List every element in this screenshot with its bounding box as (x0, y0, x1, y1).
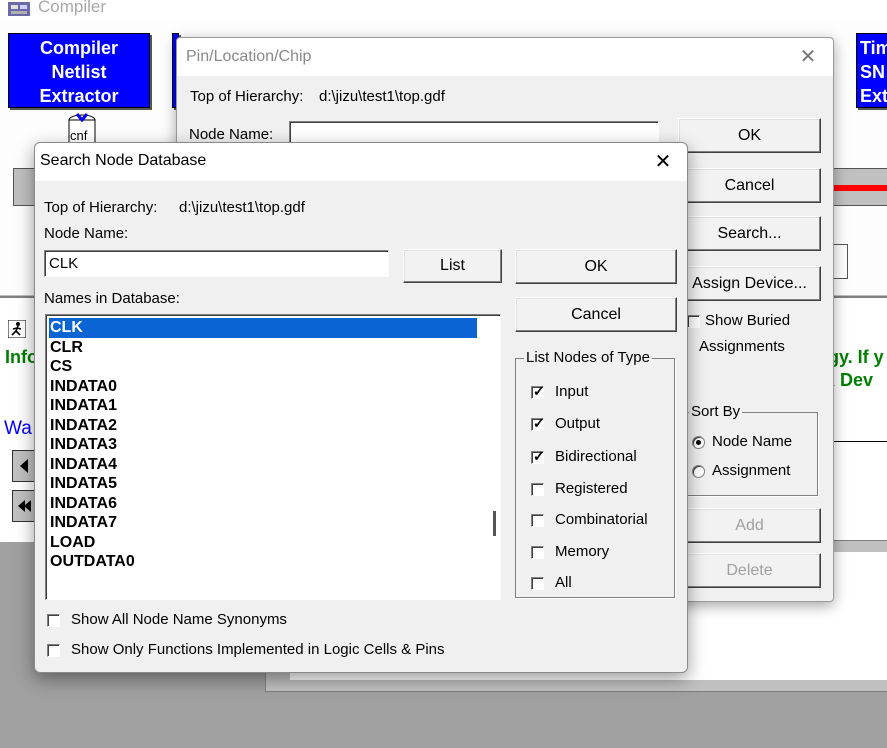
running-man-icon (8, 320, 26, 338)
search-dialog-titlebar: Search Node Database ✕ (35, 143, 687, 181)
names-in-database-label: Names in Database: (44, 290, 180, 307)
search-dialog-title: Search Node Database (40, 152, 207, 169)
checkmark-icon: ✓ (533, 448, 545, 464)
node-list-item[interactable]: OUTDATA0 (49, 552, 477, 572)
add-button[interactable]: Add (678, 508, 821, 543)
message-info-text-right: gy. If y (828, 347, 884, 367)
progress-fill (833, 185, 887, 191)
module-label: Compiler Netlist Extractor (39, 38, 119, 106)
node-type-checkbox[interactable] (531, 483, 544, 496)
node-name-value: CLK (49, 255, 79, 272)
ok-button[interactable]: OK (515, 249, 677, 284)
node-type-checkbox[interactable]: ✓ (531, 415, 545, 431)
module-label: Tim SN Ext (860, 38, 887, 106)
top-of-hierarchy-value: d:\jizu\test1\top.gdf (179, 199, 305, 216)
ok-button[interactable]: OK (678, 118, 821, 153)
top-of-hierarchy-label: Top of Hierarchy: (190, 88, 304, 105)
show-all-synonyms-label: Show All Node Name Synonyms (71, 611, 287, 628)
show-all-synonyms-checkbox[interactable] (47, 614, 60, 627)
node-list-item[interactable]: INDATA7 (49, 513, 477, 533)
node-name-label: Node Name: (44, 225, 129, 242)
node-list-item[interactable]: INDATA4 (49, 455, 477, 475)
pin-dialog-title: Pin/Location/Chip (186, 48, 312, 65)
top-of-hierarchy-value: d:\jizu\test1\top.gdf (319, 88, 445, 105)
close-icon[interactable]: ✕ (648, 147, 678, 177)
node-type-checkbox[interactable] (531, 577, 544, 590)
node-type-label: Memory (555, 543, 610, 560)
node-list-item[interactable]: LOAD (49, 533, 477, 553)
search-node-database-dialog: Search Node Database ✕ Top of Hierarchy:… (34, 142, 688, 673)
show-only-functions-checkbox[interactable] (47, 644, 60, 657)
node-name-input[interactable]: CLK (44, 250, 389, 277)
node-type-label: Combinatorial (555, 511, 648, 528)
sort-by-label: Sort By (689, 403, 743, 420)
show-buried-label: Show Buried (705, 312, 791, 329)
node-list-item[interactable]: CLK (49, 318, 477, 338)
node-type-checkbox[interactable] (531, 546, 544, 559)
names-in-database-list[interactable]: CLK CLR CS INDATA0 INDATA1 INDATA2 INDATA3 INDA… (45, 314, 501, 600)
node-list-item[interactable]: INDATA5 (49, 474, 477, 494)
top-of-hierarchy-label: Top of Hierarchy: (44, 199, 158, 216)
node-type-label: Bidirectional (555, 448, 637, 465)
progress-bar-right (830, 168, 887, 206)
compiler-titlebar: Compiler (0, 0, 887, 20)
sort-by-node-name-label: Node Name (712, 433, 793, 450)
message-first-button[interactable] (12, 490, 36, 522)
node-type-checkbox[interactable]: ✓ (531, 383, 545, 399)
sort-by-group: Sort By Node Name Assignment (685, 403, 818, 496)
node-list-items: CLK CLR CS INDATA0 INDATA1 INDATA2 INDATA3 INDA… (49, 318, 477, 572)
list-vertical-scrollbar[interactable] (493, 511, 496, 536)
node-type-label: Output (555, 415, 601, 432)
message-warning-text: Wa (4, 418, 32, 439)
message-prev-button[interactable] (12, 450, 36, 482)
checkmark-icon: ✓ (533, 415, 545, 431)
node-list-item[interactable]: INDATA3 (49, 435, 477, 455)
checkmark-icon: ✓ (533, 383, 545, 399)
double-arrow-left-icon (18, 500, 31, 512)
node-list-item[interactable]: INDATA6 (49, 494, 477, 514)
cancel-button[interactable]: Cancel (515, 297, 677, 332)
radio-selected-dot (696, 440, 701, 445)
show-buried-label-2: Assignments (699, 338, 785, 355)
compiler-window-title: Compiler (38, 0, 107, 16)
assign-device-button[interactable]: Assign Device... (678, 266, 821, 301)
node-type-checkbox[interactable]: ✓ (531, 448, 545, 464)
node-list-item[interactable]: CLR (49, 338, 477, 358)
cnf-label: cnf (70, 128, 88, 143)
delete-button[interactable]: Delete (678, 553, 821, 588)
node-type-label: Input (555, 383, 589, 400)
node-list-item[interactable]: CS (49, 357, 477, 377)
compiler-app-icon (8, 2, 30, 16)
show-buried-assignments-checkbox[interactable] (687, 315, 700, 328)
node-type-checkbox[interactable] (531, 514, 544, 527)
node-name-label: Node Name: (189, 126, 274, 143)
list-nodes-of-type-label: List Nodes of Type (524, 349, 652, 366)
sort-by-assignment-label: Assignment (712, 462, 791, 479)
node-type-label: All (555, 574, 572, 591)
close-icon[interactable]: ✕ (793, 42, 823, 72)
sort-by-assignment-radio[interactable] (692, 465, 705, 478)
node-type-label: Registered (555, 480, 628, 497)
node-list-item[interactable]: INDATA0 (49, 377, 477, 397)
search-button[interactable]: Search... (678, 216, 821, 251)
list-nodes-of-type-group: List Nodes of Type ✓ Input ✓ Output ✓ Bidirec… (515, 349, 675, 598)
arrow-left-icon (20, 459, 28, 473)
module-netlist-extractor[interactable]: Compiler Netlist Extractor (8, 33, 150, 108)
sort-by-node-name-radio[interactable] (692, 436, 705, 449)
show-only-functions-label: Show Only Functions Implemented in Logic… (71, 641, 445, 658)
list-button[interactable]: List (403, 249, 502, 283)
cancel-button[interactable]: Cancel (678, 168, 821, 203)
node-list-item[interactable]: INDATA1 (49, 396, 477, 416)
module-timing-snf-extractor[interactable]: Tim SN Ext (856, 33, 887, 108)
pin-dialog-titlebar: Pin/Location/Chip ✕ (177, 38, 833, 76)
node-list-item[interactable]: INDATA2 (49, 416, 477, 436)
